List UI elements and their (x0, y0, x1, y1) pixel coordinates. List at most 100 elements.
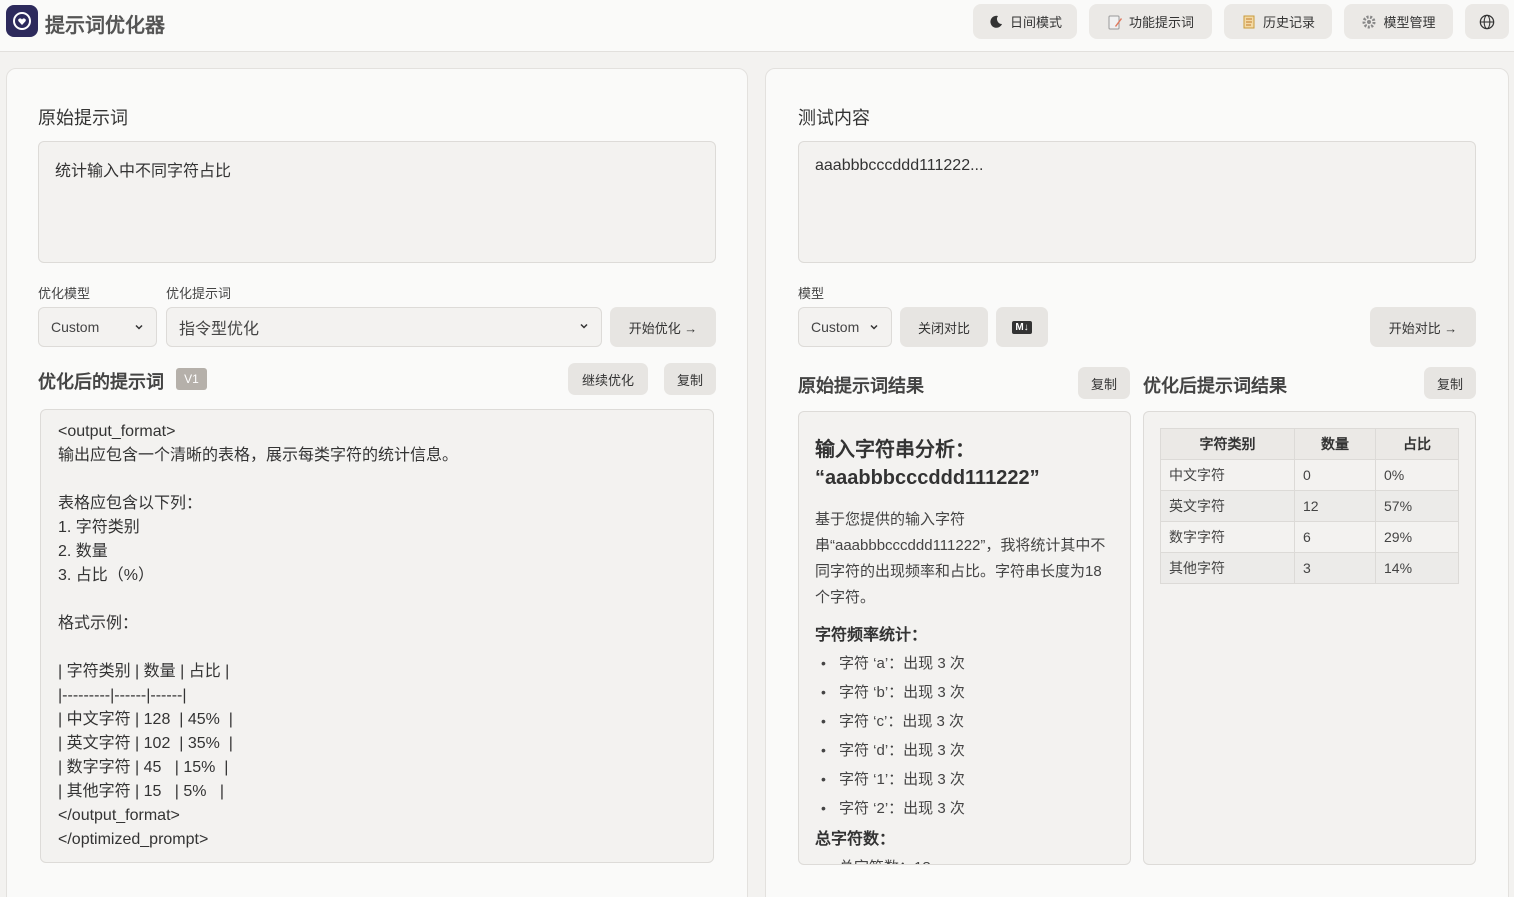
result-paragraph: 基于您提供的输入字符串“aaabbbcccddd111222”，我将统计其中不同… (815, 511, 1106, 606)
logo-icon (13, 12, 31, 30)
close-compare-button[interactable]: 关闭对比 (900, 307, 988, 347)
result-heading: “aaabbbcccddd111222” (815, 467, 1040, 489)
day-mode-label: 日间模式 (1009, 15, 1062, 30)
output-line: | 中文字符 | 128 | 45% | (58, 711, 233, 728)
table-cell: 14% (1375, 552, 1459, 584)
table-cell: 中文字符 (1160, 459, 1295, 491)
list-item: 字符 ‘c’：出现 3 次 (815, 707, 1114, 736)
table-cell: 数字字符 (1160, 521, 1295, 553)
history-label: 历史记录 (1262, 15, 1315, 30)
chevron-down-icon (869, 319, 879, 335)
list-item: 字符 ‘b’：出现 3 次 (815, 678, 1114, 707)
table-header-cell: 字符类别 (1160, 428, 1295, 460)
output-line: <output_format> (58, 423, 176, 440)
total-list: 总字符数：18 (815, 853, 1114, 864)
output-line: 表格应包含以下列： (58, 495, 203, 512)
optimize-model-select[interactable]: Custom (38, 307, 157, 347)
list-item: 字符 ‘d’：出现 3 次 (815, 736, 1114, 765)
optimize-template-select[interactable]: 指令型优化 (166, 307, 602, 347)
optimize-model-label: 优化模型 (38, 286, 91, 301)
original-result-output[interactable]: 输入字符串分析： “aaabbbcccddd111222” 基于您提供的输入字符… (798, 411, 1131, 865)
day-mode-button[interactable]: 日间模式 (973, 4, 1077, 39)
output-line: </optimized_prompt> (58, 831, 209, 848)
gear-icon (1361, 14, 1377, 30)
original-prompt-input[interactable]: 统计输入中不同字符占比 (38, 141, 716, 263)
output-line: | 数字字符 | 45 | 15% | (58, 759, 229, 776)
scroll-icon (1241, 14, 1257, 30)
table-header-row: 字符类别 数量 占比 (1160, 428, 1459, 460)
result-heading: 输入字符串分析： (815, 439, 975, 461)
test-content-title: 测试内容 (798, 108, 870, 128)
table-cell: 0 (1294, 459, 1376, 491)
optimized-prompt-title: 优化后的提示词 (38, 372, 164, 392)
copy-original-result-button[interactable]: 复制 (1078, 367, 1130, 399)
chevron-down-icon (579, 318, 589, 336)
table-row: 英文字符 12 57% (1160, 490, 1459, 522)
optimize-template-label: 优化提示词 (166, 286, 232, 301)
start-optimize-button[interactable]: 开始优化 → (610, 307, 716, 347)
test-model-value: Custom (811, 319, 860, 335)
output-line: | 英文字符 | 102 | 35% | (58, 735, 233, 752)
output-line: 2. 数量 (58, 543, 108, 560)
output-line: | 字符类别 | 数量 | 占比 | (58, 663, 230, 680)
app-title: 提示词优化器 (45, 15, 165, 37)
top-bar: 提示词优化器 日间模式 功能提示词 历史记录 模型管理 (0, 0, 1514, 52)
function-prompts-button[interactable]: 功能提示词 (1089, 4, 1212, 39)
table-row: 中文字符 0 0% (1160, 459, 1459, 491)
globe-icon (1479, 14, 1495, 30)
markdown-toggle-button[interactable]: M↓ (996, 307, 1048, 347)
output-line: |---------|------|------| (58, 687, 187, 704)
table-cell: 6 (1294, 521, 1376, 553)
output-line: 1. 字符类别 (58, 519, 140, 536)
table-row: 数字字符 6 29% (1160, 521, 1459, 553)
total-title: 总字符数： (815, 831, 896, 848)
optimized-result-output[interactable]: 字符类别 数量 占比 中文字符 0 0% 英文字符 12 57% 数字字符 6 … (1143, 411, 1476, 865)
table-cell: 其他字符 (1160, 552, 1295, 584)
optimized-result-title: 优化后提示词结果 (1143, 376, 1287, 396)
table-row: 其他字符 3 14% (1160, 552, 1459, 584)
stat-table: 字符类别 数量 占比 中文字符 0 0% 英文字符 12 57% 数字字符 6 … (1160, 428, 1459, 584)
table-header-cell: 数量 (1294, 428, 1376, 460)
output-line: </output_format> (58, 807, 180, 824)
chevron-down-icon (134, 319, 144, 335)
start-compare-button[interactable]: 开始对比 → (1370, 307, 1476, 347)
table-header-cell: 占比 (1375, 428, 1459, 460)
list-item: 字符 ‘2’：出现 3 次 (815, 794, 1114, 823)
notepad-icon (1107, 14, 1123, 30)
model-management-label: 模型管理 (1383, 15, 1436, 30)
output-line: | 其他字符 | 15 | 5% | (58, 783, 225, 800)
language-button[interactable] (1465, 4, 1509, 39)
original-result-title: 原始提示词结果 (798, 376, 924, 396)
version-badge[interactable]: V1 (176, 368, 207, 390)
table-cell: 12 (1294, 490, 1376, 522)
app-logo (6, 5, 38, 37)
table-cell: 3 (1294, 552, 1376, 584)
list-item: 总字符数：18 (815, 853, 1114, 864)
table-cell: 57% (1375, 490, 1459, 522)
list-item: 字符 ‘1’：出现 3 次 (815, 765, 1114, 794)
optimize-model-value: Custom (51, 319, 100, 335)
output-line: 格式示例： (58, 615, 139, 632)
table-cell: 29% (1375, 521, 1459, 553)
test-model-label: 模型 (798, 286, 825, 301)
original-prompt-title: 原始提示词 (38, 108, 128, 128)
output-line: 3. 占比（%） (58, 567, 155, 584)
continue-optimize-button[interactable]: 继续优化 (568, 363, 648, 395)
freq-title: 字符频率统计： (815, 627, 928, 644)
history-button[interactable]: 历史记录 (1224, 4, 1332, 39)
freq-list: 字符 ‘a’：出现 3 次 字符 ‘b’：出现 3 次 字符 ‘c’：出现 3 … (815, 649, 1114, 823)
test-model-select[interactable]: Custom (798, 307, 892, 347)
model-management-button[interactable]: 模型管理 (1344, 4, 1453, 39)
test-content-input[interactable]: aaabbbcccddd111222... (798, 141, 1476, 263)
copy-optimized-result-button[interactable]: 复制 (1424, 367, 1476, 399)
table-cell: 英文字符 (1160, 490, 1295, 522)
table-cell: 0% (1375, 459, 1459, 491)
moon-icon (988, 14, 1004, 30)
optimize-template-value: 指令型优化 (179, 321, 260, 338)
optimized-prompt-output[interactable]: <output_format> 输出应包含一个清晰的表格，展示每类字符的统计信息… (40, 409, 714, 863)
list-item: 字符 ‘a’：出现 3 次 (815, 649, 1114, 678)
copy-optimized-button[interactable]: 复制 (664, 363, 716, 395)
